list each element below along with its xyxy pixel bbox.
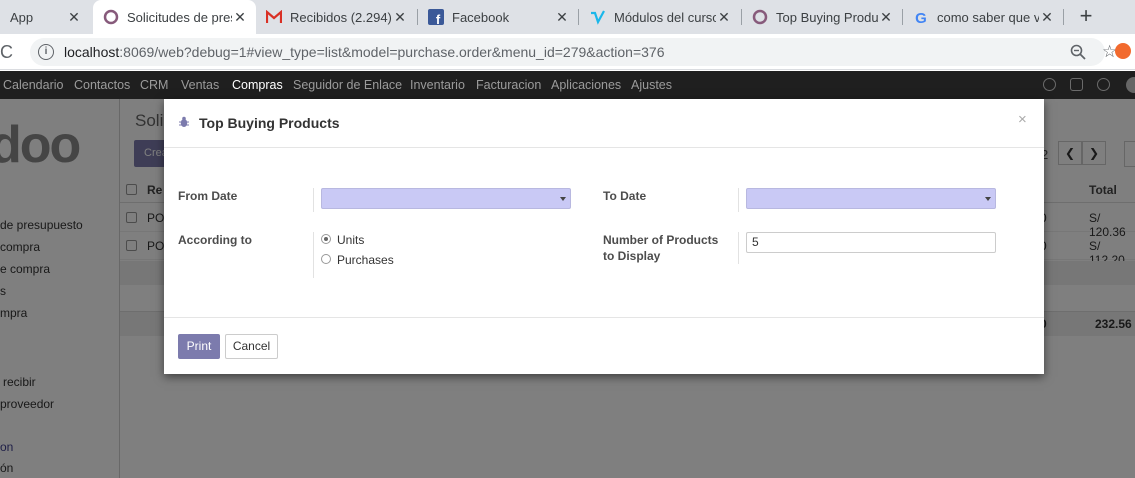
tab-label: como saber que ve: [937, 9, 1039, 25]
url-text: localhost:8069/web?debug=1#view_type=lis…: [64, 44, 665, 60]
browser-tab-google[interactable]: G como saber que ve ✕: [903, 0, 1063, 34]
browser-tab-vimeo[interactable]: Módulos del curso ✕: [580, 0, 740, 34]
url-host: localhost: [64, 44, 120, 60]
gmail-icon: [266, 9, 282, 25]
from-date-input[interactable]: [321, 188, 571, 209]
info-icon[interactable]: i: [38, 44, 54, 60]
close-tab-icon[interactable]: ✕: [554, 9, 570, 26]
facebook-icon: f: [428, 9, 444, 25]
menu-seguidor-de-enlace[interactable]: Seguidor de Enlace: [293, 78, 402, 92]
radio-units[interactable]: [321, 234, 331, 244]
number-of-products-label: Number of Products to Display: [603, 232, 733, 264]
tab-label: App: [10, 9, 34, 25]
tab-separator: [1063, 9, 1064, 25]
dialog-title: Top Buying Products: [199, 115, 340, 131]
close-tab-icon[interactable]: ✕: [716, 9, 732, 26]
field-divider: [738, 188, 739, 212]
google-icon: G: [913, 9, 929, 25]
from-date-label: From Date: [178, 189, 238, 203]
cancel-button[interactable]: Cancel: [225, 334, 278, 359]
menu-ventas[interactable]: Ventas: [181, 78, 219, 92]
tab-label: Top Buying Products: [776, 9, 878, 25]
number-of-products-label-line-2: to Display: [603, 249, 661, 263]
browser-tab-bar: App ✕ Solicitudes de presupuesto ✕ Recib…: [0, 0, 1135, 34]
close-tab-icon[interactable]: ✕: [232, 9, 248, 26]
odoo-icon: [752, 9, 768, 25]
menu-inventario[interactable]: Inventario: [410, 78, 465, 92]
avatar[interactable]: [1126, 77, 1135, 93]
bug-icon: [179, 116, 189, 127]
zoom-icon[interactable]: [1070, 44, 1086, 60]
menu-contactos[interactable]: Contactos: [74, 78, 130, 92]
tab-label: Facebook: [452, 9, 510, 25]
chevron-down-icon: [985, 197, 991, 201]
url-bar[interactable]: i localhost:8069/web?debug=1#view_type=l…: [30, 38, 1117, 66]
top-buying-products-dialog: Top Buying Products × From Date Accordin…: [164, 99, 1044, 374]
browser-tab-solicitudes[interactable]: Solicitudes de presupuesto ✕: [93, 0, 256, 34]
chevron-down-icon: [560, 197, 566, 201]
browser-tab-facebook[interactable]: f Facebook ✕: [418, 0, 578, 34]
field-divider: [738, 232, 739, 264]
to-date-input[interactable]: [746, 188, 996, 209]
browser-tab-app[interactable]: App ✕: [0, 0, 90, 34]
clock-icon[interactable]: [1043, 78, 1056, 91]
new-tab-button[interactable]: +: [1074, 4, 1098, 28]
extension-icon[interactable]: [1115, 43, 1131, 59]
menu-calendario[interactable]: Calendario: [3, 78, 63, 92]
close-icon[interactable]: ×: [1018, 111, 1027, 128]
tab-label: Solicitudes de presupuesto: [127, 9, 232, 25]
menu-facturacion[interactable]: Facturacion: [476, 78, 541, 92]
url-path: :8069/web?debug=1#view_type=list&model=p…: [119, 44, 665, 60]
menu-crm[interactable]: CRM: [140, 78, 168, 92]
to-date-label: To Date: [603, 189, 647, 203]
field-divider: [313, 232, 314, 278]
close-tab-icon[interactable]: ✕: [392, 9, 408, 26]
browser-tab-gmail[interactable]: Recibidos (2.294) - ✕: [256, 0, 416, 34]
radio-units-label[interactable]: Units: [337, 233, 364, 247]
field-divider: [313, 188, 314, 212]
number-of-products-input[interactable]: 5: [746, 232, 996, 253]
radio-purchases[interactable]: [321, 254, 331, 264]
chat-icon[interactable]: [1070, 78, 1083, 91]
according-to-label: According to: [178, 233, 252, 247]
svg-text:G: G: [915, 10, 927, 25]
menu-ajustes[interactable]: Ajustes: [631, 78, 672, 92]
tab-label: Recibidos (2.294) -: [290, 9, 392, 25]
menu-aplicaciones[interactable]: Aplicaciones: [551, 78, 621, 92]
tab-label: Módulos del curso: [614, 9, 716, 25]
odoo-icon: [103, 9, 119, 25]
close-tab-icon[interactable]: ✕: [66, 9, 82, 26]
bug-icon[interactable]: [1097, 78, 1110, 91]
vimeo-icon: [590, 9, 606, 25]
close-tab-icon[interactable]: ✕: [878, 9, 894, 26]
menu-compras[interactable]: Compras: [232, 78, 283, 92]
svg-text:f: f: [436, 12, 441, 25]
address-bar: C i localhost:8069/web?debug=1#view_type…: [0, 34, 1135, 70]
dialog-header: Top Buying Products ×: [164, 99, 1044, 148]
reload-icon[interactable]: C: [0, 42, 13, 63]
tab-separator: [578, 9, 579, 25]
number-of-products-label-line-1: Number of Products: [603, 233, 719, 247]
dialog-footer: Print Cancel: [164, 317, 1044, 374]
radio-purchases-label[interactable]: Purchases: [337, 253, 394, 267]
odoo-top-menu: Calendario Contactos CRM Ventas Compras …: [0, 71, 1135, 99]
close-tab-icon[interactable]: ✕: [1039, 9, 1055, 26]
browser-tab-top-buying[interactable]: Top Buying Products ✕: [742, 0, 902, 34]
print-button[interactable]: Print: [178, 334, 220, 359]
